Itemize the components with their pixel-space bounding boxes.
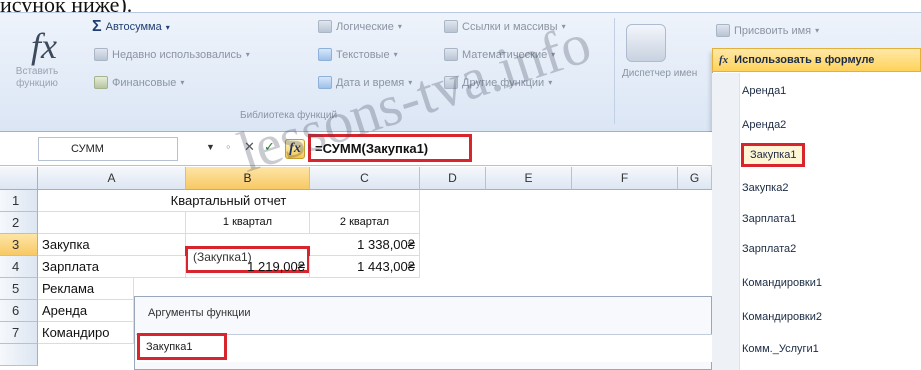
column-header-f[interactable]: F <box>572 167 678 190</box>
logical-button[interactable]: Логические ▾ <box>318 20 402 33</box>
lookup-button[interactable]: Ссылки и массивы ▾ <box>444 20 566 33</box>
chevron-down-icon: ▾ <box>815 26 820 35</box>
chevron-down-icon: ▾ <box>245 50 250 59</box>
text-label: Текстовые <box>336 48 390 61</box>
cell-b2[interactable]: 1 квартал <box>186 212 310 234</box>
column-header-a[interactable]: A <box>38 167 186 190</box>
cell-a7[interactable]: Командиро <box>38 322 134 344</box>
cell-a1-title[interactable]: Квартальный отчет <box>38 190 420 212</box>
math-button[interactable]: Математические ▾ <box>444 48 555 61</box>
define-name-button[interactable]: Присвоить имя ▾ <box>716 24 819 37</box>
autosum-button[interactable]: Σ Автосумма ▾ <box>92 18 170 35</box>
fx-icon: fx <box>719 54 729 66</box>
name-manager-button[interactable] <box>626 24 666 62</box>
datetime-button[interactable]: Дата и время ▾ <box>318 76 412 89</box>
define-name-label: Присвоить имя <box>734 24 812 37</box>
row-header-4[interactable]: 4 <box>0 256 38 278</box>
column-header-d[interactable]: D <box>420 167 486 190</box>
menu-item-zakupka1[interactable]: Закупка1 <box>741 143 806 167</box>
other-label: Другие функции <box>462 76 545 89</box>
chevron-down-icon: ▾ <box>180 78 185 87</box>
menu-item-zakupka2[interactable]: Закупка2 <box>742 182 788 194</box>
select-all-corner[interactable] <box>0 167 38 190</box>
formula-input[interactable]: =СУММ(Закупка1) <box>308 134 472 162</box>
column-header-b[interactable]: B <box>186 167 310 190</box>
menu-item-arenda1[interactable]: Аренда1 <box>742 85 786 97</box>
menu-item-komm-uslugi1[interactable]: Комм._Услуги1 <box>742 343 819 355</box>
cell-c4[interactable]: 1 443,00₴ <box>310 256 420 278</box>
column-header-e[interactable]: E <box>486 167 572 190</box>
menu-item-arenda2[interactable]: Аренда2 <box>742 119 786 131</box>
text-icon <box>318 48 332 61</box>
row-header-1[interactable]: 1 <box>0 190 38 212</box>
menu-item-zarplata2[interactable]: Зарплата2 <box>742 243 796 255</box>
menu-icon-strip <box>712 73 740 370</box>
close-icon[interactable]: ✕ <box>244 139 255 155</box>
column-header-g[interactable]: G <box>678 167 712 190</box>
use-in-formula-button[interactable]: fx Использовать в формуле <box>712 48 921 72</box>
math-label: Математические <box>462 48 548 61</box>
recent-functions-button[interactable]: Недавно использовались ▾ <box>94 48 250 61</box>
name-manager-label: Диспетчер имен <box>622 68 698 79</box>
menu-item-zarplata1[interactable]: Зарплата1 <box>742 213 796 225</box>
chevron-down-icon: ▾ <box>408 78 413 87</box>
sigma-icon: Σ <box>92 18 102 35</box>
formula-cancel-icon[interactable]: ◦ <box>226 139 231 154</box>
dialog-title: Аргументы функции <box>148 307 251 319</box>
chevron-down-icon: ▾ <box>165 22 170 32</box>
chevron-down-icon: ▾ <box>551 50 556 59</box>
recent-label: Недавно использовались <box>112 48 242 61</box>
text-functions-button[interactable]: Текстовые ▾ <box>318 48 398 61</box>
chevron-down-icon: ▾ <box>393 50 398 59</box>
cell-a5[interactable]: Реклама <box>38 278 134 300</box>
column-header-c[interactable]: C <box>310 167 420 190</box>
financial-label: Финансовые <box>112 76 177 89</box>
use-in-formula-label: Использовать в формуле <box>734 54 875 66</box>
row-header-5[interactable]: 5 <box>0 278 38 300</box>
function-library-group-label: Библиотека функций <box>240 110 338 121</box>
cell-a6[interactable]: Аренда <box>38 300 134 322</box>
cell-a3[interactable]: Закупка <box>38 234 186 256</box>
page-caption: исунок ниже). <box>0 0 133 17</box>
cell-a2[interactable] <box>38 212 186 234</box>
row-header-3[interactable]: 3 <box>0 234 38 256</box>
other-functions-icon <box>444 76 458 89</box>
logical-label: Логические <box>336 20 394 33</box>
ribbon-separator <box>614 18 615 124</box>
row-header-2[interactable]: 2 <box>0 212 38 234</box>
row-header-7[interactable]: 7 <box>0 322 38 344</box>
menu-item-komandirovki1[interactable]: Командировки1 <box>742 277 822 289</box>
menu-item-komandirovki2[interactable]: Командировки2 <box>742 311 822 323</box>
check-icon[interactable]: ✓ <box>264 139 275 155</box>
other-functions-button[interactable]: Другие функции ▾ <box>444 76 552 89</box>
math-icon <box>444 48 458 61</box>
datetime-label: Дата и время <box>336 76 405 89</box>
chevron-down-icon: ▾ <box>548 78 553 87</box>
name-box[interactable]: СУММ <box>38 137 178 161</box>
autosum-label: Автосумма <box>105 21 162 33</box>
cell-c2[interactable]: 2 квартал <box>310 212 420 234</box>
chevron-down-icon[interactable]: ▼ <box>206 142 215 152</box>
argument-input[interactable]: Закупка1 <box>137 333 227 360</box>
define-name-icon <box>716 24 730 37</box>
financial-icon <box>94 76 108 89</box>
chevron-down-icon: ▾ <box>397 22 402 31</box>
row-header-6[interactable]: 6 <box>0 300 38 322</box>
insert-function-icon[interactable]: fx <box>285 139 305 159</box>
insert-function-label: Вставить функцию <box>15 66 59 89</box>
chevron-down-icon: ▾ <box>561 22 566 31</box>
financial-button[interactable]: Финансовые ▾ <box>94 76 184 89</box>
recent-icon <box>94 48 108 61</box>
cell-a4[interactable]: Зарплата <box>38 256 186 278</box>
cell-c3[interactable]: 1 338,00₴ <box>310 234 420 256</box>
clock-icon <box>318 76 332 89</box>
row-header-8[interactable] <box>0 344 38 366</box>
lookup-icon <box>444 20 458 33</box>
cell-b4[interactable]: 1 219,00₴ <box>186 256 310 278</box>
lookup-label: Ссылки и массивы <box>462 20 558 33</box>
logical-icon <box>318 20 332 33</box>
